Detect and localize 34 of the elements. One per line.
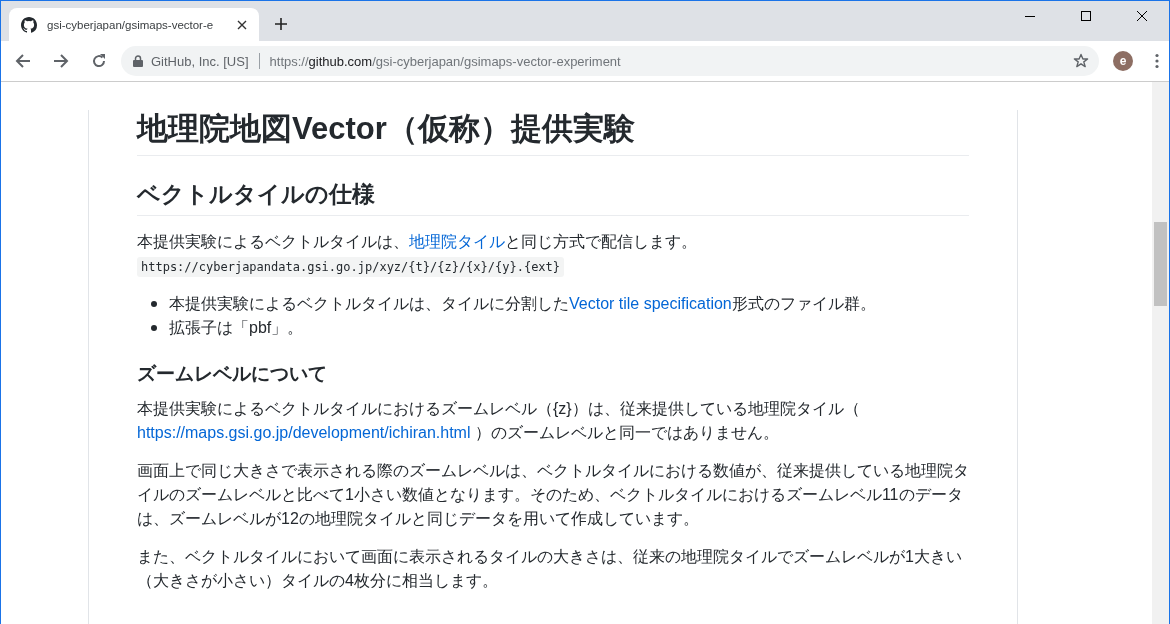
subsection-heading: ズームレベルについて [137, 361, 328, 386]
bullet-icon [151, 300, 157, 307]
github-logo-icon [21, 16, 37, 33]
browser-tab[interactable]: gsi-cyberjapan/gsimaps-vector-e [9, 8, 259, 41]
tab-title: gsi-cyberjapan/gsimaps-vector-e [47, 18, 215, 31]
link[interactable]: https://maps.gsi.go.jp/development/ichiran.html [137, 424, 471, 442]
address-bar[interactable]: GitHub, Inc. [US] https://github.com/gsi-cyberjapan/gsimaps-vector-experiment [121, 46, 1099, 76]
url-text: https://github.com/gsi-cyberjapan/gsimaps-vector-experiment [269, 53, 621, 69]
paragraph: また、ベクトルタイルにおいて画面に表示されるタイルの大きさは、従来の地理院タイルでズームレベルが1大きい（大きさが小さい）タイルの4枚分に相当します。 [137, 547, 963, 592]
maximize-icon[interactable] [1081, 11, 1091, 21]
star-icon[interactable] [1073, 53, 1089, 69]
scrollbar-thumb[interactable] [1154, 222, 1167, 306]
link[interactable]: 地理院タイル [409, 232, 505, 250]
bullet-icon [151, 324, 157, 331]
section-heading: ベクトルタイルの仕様 [137, 179, 969, 216]
site-identity: GitHub, Inc. [US] [151, 53, 249, 69]
scrollbar[interactable] [1152, 82, 1169, 624]
reload-icon[interactable] [91, 53, 107, 69]
link[interactable]: Vector tile specification [569, 294, 732, 312]
paragraph: 本提供実験によるベクトルタイルにおけるズームレベル（{z}）は、従来提供している地理院タイル（ https://maps.gsi.go.jp/development/ichiran.html ）のズームレベルと同一ではありません。 [137, 399, 861, 444]
lock-icon [133, 55, 143, 67]
profile-avatar[interactable]: e [1113, 51, 1133, 71]
list-item-text: 拡張子は「pbf」。 [169, 317, 304, 338]
code-snippet: https://cyberjapandata.gsi.go.jp/xyz/{t}/{z}/{x}/{y}.{ext} [137, 256, 565, 277]
close-icon[interactable] [1137, 11, 1147, 21]
paragraph: 本提供実験によるベクトルタイルは、地理院タイルと同じ方式で配信します。 [137, 231, 698, 252]
menu-icon[interactable] [1155, 53, 1159, 69]
back-icon[interactable] [15, 53, 31, 69]
new-tab-icon[interactable] [275, 18, 287, 30]
close-icon[interactable] [237, 19, 247, 30]
paragraph: 画面上で同じ大きさで表示される際のズームレベルは、ベクトルタイルにおける数値が、従来提供している地理院タイルのズームレベルと比べて1小さい数値となります。そのため、ベクトルタイルにおけるズームレベル11のデータは、ズームレベルが12の地理院タイルと同じデータを用いて作成しています。 [137, 461, 969, 530]
page-title: 地理院地図Vector（仮称）提供実験 [137, 110, 969, 156]
forward-icon[interactable] [53, 53, 69, 69]
list-item-text: 本提供実験によるベクトルタイルは、タイルに分割したVector tile specification形式のファイル群。 [169, 293, 876, 314]
